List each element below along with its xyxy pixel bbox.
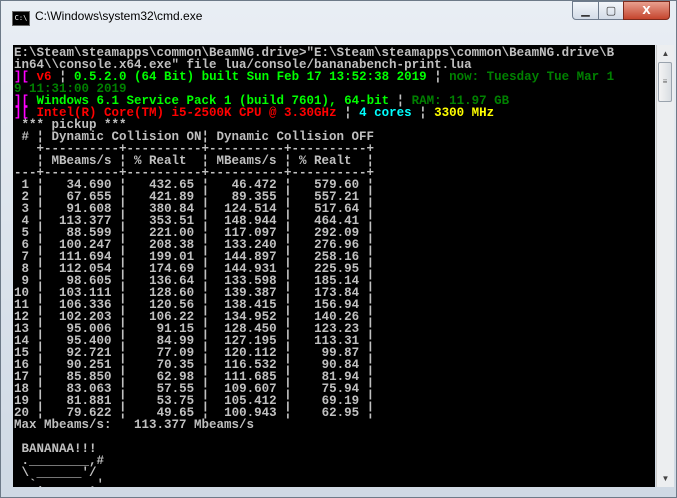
banana-ascii-art: \ ______'/ (14, 467, 655, 480)
console-segment: Max Mbeams/s: 113.377 Mbeams/s (14, 418, 255, 432)
scroll-down-arrow-icon[interactable]: ▼ (657, 470, 674, 487)
cmd-window: C:\ C:\Windows\system32\cmd.exe ▁ ▢ X E:… (0, 0, 677, 498)
banana-ascii-art: BANANAA!!! (14, 443, 655, 456)
banana-ascii-art: .________,# (14, 455, 655, 468)
window-title: C:\Windows\system32\cmd.exe (35, 9, 203, 23)
console-segment: 3300 MHz (434, 106, 495, 120)
console-segment: 4 cores (359, 106, 412, 120)
console-segment: ¦ (426, 70, 450, 84)
title-bar[interactable]: C:\ C:\Windows\system32\cmd.exe ▁ ▢ X (1, 1, 677, 41)
console-segment: ¦ (411, 106, 435, 120)
banana-ascii-art: `.______,' (14, 479, 655, 487)
console-text: E:\Steam\steamapps\common\BeamNG.drive>"… (13, 45, 655, 487)
column-divider: ¦ (276, 406, 300, 420)
column-divider: ¦ (359, 406, 375, 420)
console-segment: now: Tuesday Tue Mar 1 (449, 70, 615, 84)
minimize-button[interactable]: ▁ (572, 1, 599, 20)
console-output[interactable]: E:\Steam\steamapps\common\BeamNG.drive>"… (13, 45, 655, 487)
scroll-thumb[interactable]: ≡ (658, 62, 672, 102)
vertical-scrollbar[interactable]: ▲ ≡ ▼ (656, 45, 674, 487)
console-segment: ¦ (336, 106, 360, 120)
table-cell: 62.95 (299, 406, 360, 420)
scroll-up-arrow-icon[interactable]: ▲ (657, 45, 674, 62)
console-segment: `.______,' (14, 478, 105, 487)
cmd-app-icon[interactable]: C:\ (12, 11, 30, 26)
close-button[interactable]: X (623, 1, 670, 20)
max-mbeams-line: Max Mbeams/s: 113.377 Mbeams/s (14, 418, 655, 432)
console-segment: 0.5.2.0 (64 Bit) built Sun Feb 17 13:52:… (74, 70, 427, 84)
maximize-button[interactable]: ▢ (598, 1, 624, 20)
